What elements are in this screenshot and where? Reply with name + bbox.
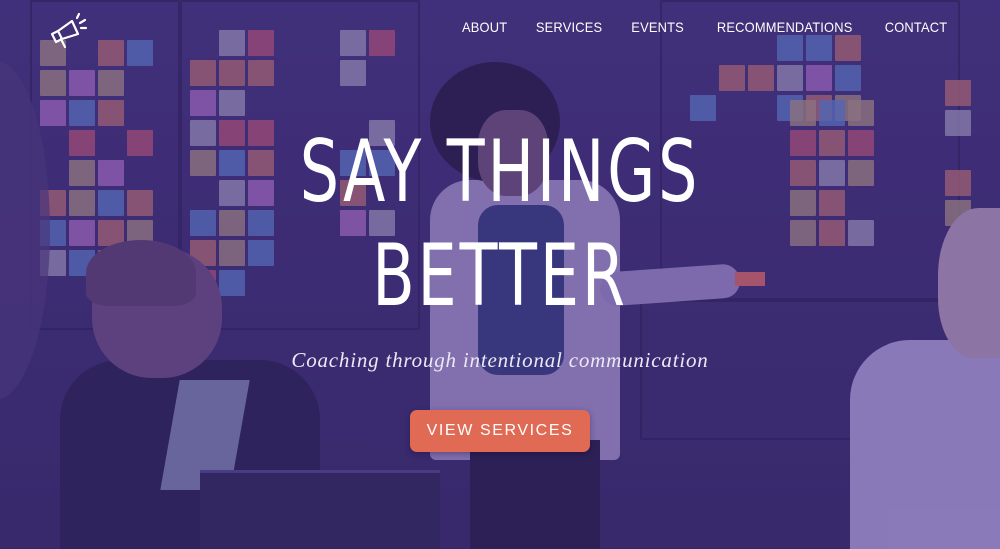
- megaphone-icon[interactable]: [48, 12, 88, 50]
- nav-services[interactable]: SERVICES: [536, 19, 602, 35]
- nav-about[interactable]: ABOUT: [462, 19, 507, 35]
- hero-tagline: Coaching through intentional communicati…: [291, 348, 709, 372]
- hero-section: ABOUT SERVICES EVENTS RECOMMENDATIONS CO…: [0, 0, 1000, 549]
- nav-contact[interactable]: CONTACT: [885, 19, 948, 35]
- nav-recommendations[interactable]: RECOMMENDATIONS: [716, 19, 852, 35]
- view-services-button[interactable]: VIEW SERVICES: [410, 410, 590, 452]
- nav-events[interactable]: EVENTS: [632, 19, 685, 35]
- main-nav: ABOUT SERVICES EVENTS RECOMMENDATIONS CO…: [460, 19, 950, 35]
- hero-headline: SAY THINGS BETTER: [0, 120, 1000, 328]
- headline-line-1: SAY THINGS: [299, 122, 701, 222]
- headline-line-2: BETTER: [372, 226, 628, 326]
